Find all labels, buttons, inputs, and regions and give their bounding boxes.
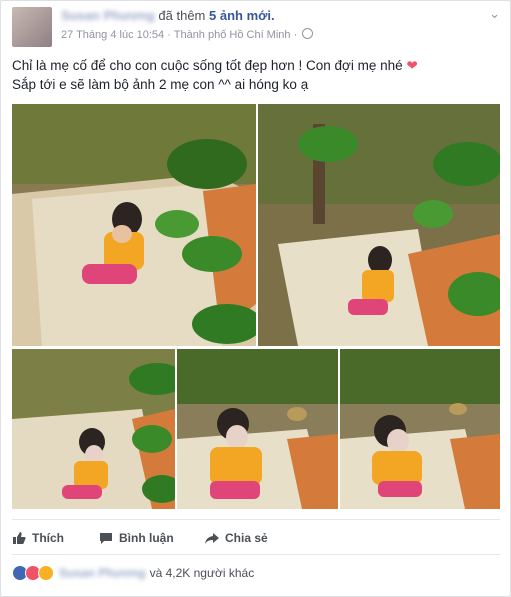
heart-icon: ❤ [406, 58, 418, 73]
sad-icon [38, 565, 54, 581]
share-icon [205, 533, 219, 544]
reaction-name[interactable]: Susan Phương [59, 566, 146, 580]
globe-icon[interactable] [302, 28, 314, 39]
reactions-summary[interactable]: Susan Phương và 4,2K người khác [12, 563, 254, 583]
divider [12, 519, 500, 520]
avatar[interactable] [12, 7, 52, 47]
like-button[interactable]: Thích [12, 528, 64, 548]
like-label: Thích [32, 531, 64, 545]
post-meta: 27 Tháng 4 lúc 10:54 · Thành phố Hồ Chí … [61, 28, 314, 42]
comment-label: Bình luận [119, 531, 174, 545]
photo-2[interactable] [258, 104, 500, 346]
share-button[interactable]: Chia sẻ [205, 528, 268, 548]
photo-1[interactable] [12, 104, 256, 346]
post-timestamp[interactable]: 27 Tháng 4 lúc 10:54 · Thành phố Hồ Chí … [61, 29, 297, 41]
post-card: Susan Phương đã thêm 5 ảnh mới. 27 Tháng… [0, 0, 511, 597]
photo-4[interactable] [177, 349, 338, 509]
thumbs-up-icon [13, 532, 26, 544]
share-label: Chia sẻ [225, 531, 268, 545]
post-text: Chỉ là mẹ cố để cho con cuộc sống tốt đẹ… [12, 56, 502, 94]
comment-icon [100, 533, 112, 544]
divider [12, 554, 500, 555]
photo-count-link[interactable]: 5 ảnh mới. [209, 8, 275, 23]
chevron-down-icon[interactable]: ⌄ [489, 6, 500, 22]
post-text-line1: Chỉ là mẹ cố để cho con cuộc sống tốt đẹ… [12, 58, 403, 73]
photo-3[interactable] [12, 349, 175, 509]
post-action: đã thêm [158, 8, 206, 23]
reaction-others[interactable]: và 4,2K người khác [150, 566, 255, 580]
post-header: Susan Phương đã thêm 5 ảnh mới. [61, 8, 275, 24]
photo-5[interactable] [340, 349, 500, 509]
comment-button[interactable]: Bình luận [99, 528, 174, 548]
post-text-line2: Sắp tới e sẽ làm bộ ảnh 2 mẹ con ^^ ai h… [12, 77, 309, 92]
author-name[interactable]: Susan Phương [61, 8, 155, 23]
